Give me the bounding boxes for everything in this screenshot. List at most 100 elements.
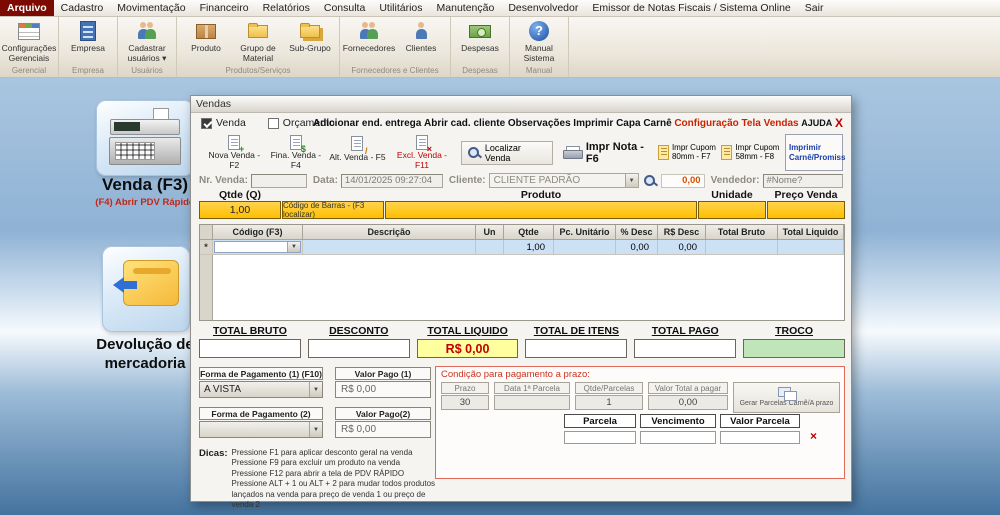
delete-doc-icon: × bbox=[416, 135, 428, 150]
data-primeira-parcela-field[interactable] bbox=[494, 395, 570, 410]
grid-record-selector-strip bbox=[200, 255, 213, 320]
cadastrar-usuarios-button[interactable]: Cadastrar usuários ▾ bbox=[121, 17, 173, 64]
chevron-down-icon[interactable] bbox=[625, 174, 638, 187]
cell-total-liquido[interactable] bbox=[778, 240, 844, 255]
link-adicionar-endereco[interactable]: Adicionar end. entrega bbox=[313, 118, 421, 129]
product-entry: Qtde (Q) Produto Unidade Preço Venda 1,0… bbox=[199, 189, 845, 219]
delete-parcela-icon[interactable] bbox=[810, 430, 817, 442]
close-button[interactable]: X bbox=[835, 116, 843, 130]
prazo-title: Condição para pagamento a prazo: bbox=[441, 369, 590, 380]
cliente-label: Cliente: bbox=[449, 175, 486, 186]
cell-rs-desc[interactable]: 0,00 bbox=[658, 240, 706, 255]
prazo-value-field[interactable]: 30 bbox=[441, 395, 489, 410]
grupo-material-button[interactable]: Grupo de Material bbox=[232, 17, 284, 64]
imprimir-nota-button[interactable]: Impr Nota - F6 bbox=[563, 134, 658, 171]
sale-header-fields: Nr. Venda: Data: 14/01/2025 09:27:04 Cli… bbox=[199, 173, 843, 188]
qtde-parcelas-field[interactable]: 1 bbox=[575, 395, 643, 410]
valor-total-pagar-field[interactable]: 0,00 bbox=[648, 395, 728, 410]
valor-pago-2-field[interactable]: R$ 0,00 bbox=[335, 421, 431, 438]
forma-pagamento-1-combobox[interactable]: A VISTA bbox=[199, 381, 323, 398]
valor-pago-1-label: Valor Pago (1) bbox=[335, 367, 431, 380]
link-configuracao-tela-vendas[interactable]: Configuração Tela Vendas bbox=[674, 118, 798, 129]
venda-checkbox[interactable] bbox=[201, 118, 212, 129]
menu-relatorios[interactable]: Relatórios bbox=[256, 0, 317, 16]
preco-venda-label: Preço Venda bbox=[767, 189, 845, 201]
imprimir-cupom-80mm-button[interactable]: Impr Cupom 80mm - F7 bbox=[658, 134, 719, 171]
venda-f3-tile[interactable] bbox=[96, 100, 194, 176]
menu-arquivo[interactable]: Arquivo bbox=[0, 0, 54, 16]
produto-input[interactable] bbox=[385, 201, 697, 219]
devolucao-tile[interactable] bbox=[102, 246, 190, 332]
gerar-parcelas-button[interactable]: Gerar Parcelas Carnê/A prazo bbox=[733, 382, 840, 413]
link-observacoes[interactable]: Observações bbox=[508, 118, 571, 129]
valor-total-pagar-label: Valor Total a pagar bbox=[648, 382, 728, 394]
ribbon-group-label: Usuários bbox=[121, 65, 173, 77]
codigo-barras-input[interactable]: Código de Barras - (F3 localizar) bbox=[282, 201, 384, 219]
qtde-input[interactable]: 1,00 bbox=[199, 201, 281, 219]
cell-descricao[interactable] bbox=[303, 240, 476, 255]
forma-pagamento-1-label: Forma de Pagamento (1) (F10) bbox=[199, 367, 323, 380]
config-gerenciais-button[interactable]: Configurações Gerenciais bbox=[3, 17, 55, 64]
produto-button[interactable]: Produto bbox=[180, 17, 232, 54]
menu-financeiro[interactable]: Financeiro bbox=[193, 0, 256, 16]
menu-movimentacao[interactable]: Movimentação bbox=[110, 0, 192, 16]
localizar-venda-button[interactable]: Localizar Venda bbox=[461, 141, 553, 165]
menu-sair[interactable]: Sair bbox=[798, 0, 831, 16]
menu-utilitarios[interactable]: Utilitários bbox=[372, 0, 429, 16]
empresa-button[interactable]: Empresa bbox=[62, 17, 114, 54]
col-total-liquido: Total Liquido bbox=[778, 225, 844, 240]
imprimir-carne-button[interactable]: Imprimir Carnê/Promiss bbox=[785, 134, 843, 171]
sub-grupo-button[interactable]: Sub-Grupo bbox=[284, 17, 336, 54]
manual-sistema-button[interactable]: Manual Sistema bbox=[513, 17, 565, 64]
folders-icon bbox=[300, 19, 320, 43]
total-itens-label: TOTAL DE ITENS bbox=[525, 325, 627, 337]
preco-venda-input[interactable] bbox=[767, 201, 845, 219]
col-codigo: Código (F3) bbox=[213, 225, 303, 240]
valor-pago-1-field[interactable]: R$ 0,00 bbox=[335, 381, 431, 398]
ribbon-group-despesas: Despesas Despesas bbox=[451, 17, 510, 77]
total-itens-box bbox=[525, 339, 627, 358]
alterar-venda-button[interactable]: / Alt. Venda - F5 bbox=[328, 134, 387, 171]
cliente-combobox[interactable]: CLIENTE PADRÃO bbox=[489, 173, 639, 188]
grid-header-row: Código (F3) Descrição Un Qtde Pc. Unitár… bbox=[200, 225, 844, 240]
cell-un[interactable] bbox=[476, 240, 504, 255]
nr-venda-field bbox=[251, 174, 307, 188]
imprimir-cupom-58mm-button[interactable]: Impr Cupom 58mm - F8 bbox=[721, 134, 782, 171]
chevron-down-icon[interactable] bbox=[287, 242, 300, 252]
clientes-button[interactable]: Clientes bbox=[395, 17, 447, 54]
total-bruto-box bbox=[199, 339, 301, 358]
cell-total-bruto[interactable] bbox=[706, 240, 778, 255]
nova-venda-button[interactable]: + Nova Venda - F2 bbox=[205, 134, 264, 171]
link-ajuda[interactable]: AJUDA bbox=[801, 118, 832, 128]
fornecedores-button[interactable]: Fornecedores bbox=[343, 17, 395, 54]
unidade-input[interactable] bbox=[698, 201, 766, 219]
despesas-button[interactable]: Despesas bbox=[454, 17, 506, 54]
cell-perc-desc[interactable]: 0,00 bbox=[616, 240, 658, 255]
orcamento-checkbox[interactable] bbox=[268, 118, 279, 129]
dicas-block: Dicas: Pressione F1 para aplicar descont… bbox=[199, 448, 437, 510]
cell-pc-unitario[interactable] bbox=[554, 240, 616, 255]
menu-consulta[interactable]: Consulta bbox=[317, 0, 372, 16]
excluir-venda-button[interactable]: × Excl. Venda - F11 bbox=[391, 134, 453, 171]
dicas-text: Pressione F1 para aplicar desconto geral… bbox=[232, 448, 437, 510]
chevron-down-icon[interactable] bbox=[309, 382, 322, 397]
cell-qtde[interactable]: 1,00 bbox=[504, 240, 554, 255]
menu-desenvolvedor[interactable]: Desenvolvedor bbox=[501, 0, 585, 16]
menu-manutencao[interactable]: Manutenção bbox=[430, 0, 502, 16]
valor-parcela-cell bbox=[720, 431, 800, 444]
desconto-label: DESCONTO bbox=[308, 325, 410, 337]
vendedor-label: Vendedor: bbox=[711, 175, 760, 186]
grid-row-selected[interactable]: * 1,00 0,00 0,00 bbox=[200, 240, 844, 255]
total-liquido-box: R$ 0,00 bbox=[417, 339, 519, 358]
link-abrir-cad-cliente[interactable]: Abrir cad. cliente bbox=[424, 118, 505, 129]
menu-cadastro[interactable]: Cadastro bbox=[54, 0, 111, 16]
data-field: 14/01/2025 09:27:04 bbox=[341, 174, 443, 188]
forma-pagamento-2-combobox[interactable] bbox=[199, 421, 323, 438]
cell-codigo[interactable] bbox=[213, 240, 303, 255]
chevron-down-icon[interactable] bbox=[309, 422, 322, 437]
finalizar-venda-button[interactable]: $ Fina. Venda - F4 bbox=[268, 134, 325, 171]
link-imprimir-capa-carne[interactable]: Imprimir Capa Carnê bbox=[573, 118, 671, 129]
col-qtde: Qtde bbox=[504, 225, 554, 240]
menu-emissor-nf[interactable]: Emissor de Notas Fiscais / Sistema Onlin… bbox=[585, 0, 797, 16]
cliente-search-icon[interactable] bbox=[643, 174, 657, 188]
